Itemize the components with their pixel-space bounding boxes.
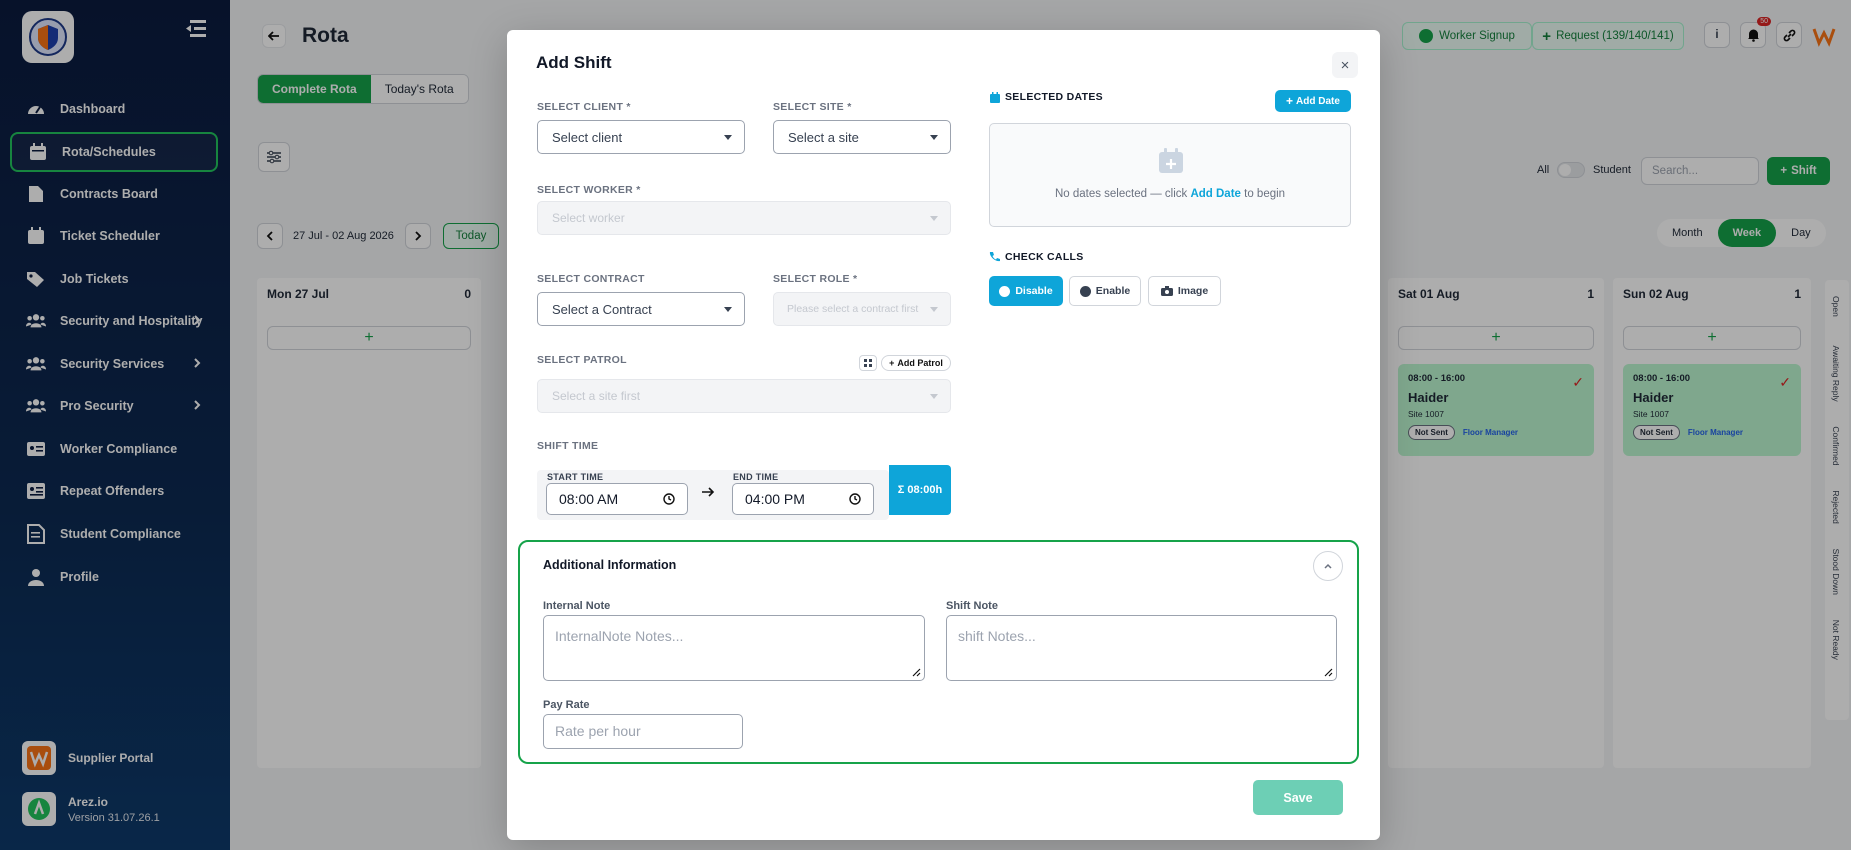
collapse-button[interactable] bbox=[1313, 551, 1343, 581]
internal-note-placeholder: InternalNote Notes... bbox=[555, 628, 684, 644]
add-date-button[interactable]: + Add Date bbox=[1275, 90, 1351, 112]
caret-down-icon bbox=[930, 216, 938, 221]
add-date-label: Add Date bbox=[1296, 95, 1340, 107]
clock-icon bbox=[849, 493, 861, 505]
close-icon[interactable]: × bbox=[1332, 52, 1358, 78]
ban-icon bbox=[999, 285, 1011, 297]
resize-handle-icon[interactable] bbox=[911, 667, 921, 677]
site-label: SELECT SITE * bbox=[773, 101, 852, 113]
end-time-input[interactable]: 04:00 PM bbox=[732, 483, 874, 515]
caret-down-icon bbox=[724, 135, 732, 140]
caret-down-icon bbox=[930, 307, 938, 312]
start-time-value: 08:00 AM bbox=[559, 491, 619, 507]
disable-label: Disable bbox=[1015, 285, 1053, 297]
duration-badge: Σ 08:00h bbox=[889, 465, 951, 515]
no-dates-message: No dates selected — click Add Date to be… bbox=[990, 188, 1350, 200]
role-label: SELECT ROLE * bbox=[773, 273, 858, 285]
internal-note-label: Internal Note bbox=[543, 600, 611, 612]
no-dates-prefix: No dates selected — click bbox=[1054, 188, 1191, 200]
patrol-select[interactable]: Select a site first bbox=[537, 379, 951, 413]
shift-note-placeholder: shift Notes... bbox=[958, 628, 1036, 644]
shift-time-label: SHIFT TIME bbox=[537, 440, 599, 452]
calendar-plus-icon bbox=[1158, 148, 1184, 174]
resize-handle-icon[interactable] bbox=[1323, 667, 1333, 677]
worker-select[interactable]: Select worker bbox=[537, 201, 951, 235]
contract-select[interactable]: Select a Contract bbox=[537, 292, 745, 326]
check-calls-label: CHECK CALLS bbox=[1005, 251, 1084, 263]
check-calls-disable-button[interactable]: Disable bbox=[989, 276, 1063, 306]
role-select-value: Please select a contract first bbox=[787, 303, 919, 315]
client-select-value: Select client bbox=[552, 129, 623, 145]
end-time-value: 04:00 PM bbox=[745, 491, 805, 507]
contract-label: SELECT CONTRACT bbox=[537, 273, 645, 285]
no-dates-suffix: to begin bbox=[1240, 188, 1286, 200]
patrol-label: SELECT PATROL bbox=[537, 354, 627, 366]
shift-note-textarea[interactable]: shift Notes... bbox=[946, 615, 1337, 681]
patrol-grid-icon[interactable] bbox=[859, 355, 877, 371]
plus-icon: + bbox=[889, 358, 895, 368]
add-patrol-button[interactable]: + Add Patrol bbox=[881, 355, 951, 371]
save-button[interactable]: Save bbox=[1253, 780, 1343, 815]
camera-icon bbox=[1160, 286, 1173, 296]
add-shift-modal: Add Shift × SELECT CLIENT * Select clien… bbox=[507, 30, 1380, 840]
chevron-up-icon bbox=[1324, 563, 1332, 569]
calendar-icon bbox=[989, 92, 1002, 105]
internal-note-textarea[interactable]: InternalNote Notes... bbox=[543, 615, 925, 681]
selected-dates-label: SELECTED DATES bbox=[1005, 91, 1103, 103]
client-select[interactable]: Select client bbox=[537, 120, 745, 154]
shift-time-box: START TIME 08:00 AM END TIME 04:00 PM bbox=[537, 470, 889, 520]
worker-label: SELECT WORKER * bbox=[537, 184, 641, 196]
site-select[interactable]: Select a site bbox=[773, 120, 951, 154]
clock-icon bbox=[663, 493, 675, 505]
check-calls-enable-button[interactable]: Enable bbox=[1069, 276, 1141, 306]
role-select[interactable]: Please select a contract first bbox=[773, 292, 951, 326]
plus-icon: + bbox=[1286, 94, 1294, 108]
caret-down-icon bbox=[724, 307, 732, 312]
worker-select-value: Select worker bbox=[552, 211, 625, 225]
client-label: SELECT CLIENT * bbox=[537, 101, 631, 113]
image-label: Image bbox=[1177, 285, 1209, 297]
start-time-label: START TIME bbox=[547, 472, 604, 482]
shift-note-label: Shift Note bbox=[946, 600, 998, 612]
selected-dates-box: No dates selected — click Add Date to be… bbox=[989, 123, 1351, 227]
add-patrol-label: Add Patrol bbox=[897, 358, 943, 368]
additional-information-panel: Additional Information Internal Note Int… bbox=[518, 540, 1359, 764]
check-calls-image-button[interactable]: Image bbox=[1148, 276, 1221, 306]
pay-rate-label: Pay Rate bbox=[543, 699, 590, 711]
site-select-value: Select a site bbox=[788, 129, 859, 145]
caret-down-icon bbox=[930, 394, 938, 399]
caret-down-icon bbox=[930, 135, 938, 140]
start-time-input[interactable]: 08:00 AM bbox=[546, 483, 688, 515]
additional-info-title: Additional Information bbox=[543, 558, 677, 572]
phone-icon bbox=[989, 251, 1001, 263]
arrow-right-icon bbox=[701, 486, 719, 504]
no-dates-add-date-link[interactable]: Add Date bbox=[1190, 188, 1240, 200]
patrol-select-value: Select a site first bbox=[552, 389, 641, 403]
modal-title: Add Shift bbox=[536, 53, 612, 72]
pay-rate-input[interactable]: Rate per hour bbox=[543, 714, 743, 749]
enable-label: Enable bbox=[1095, 285, 1131, 297]
contract-select-value: Select a Contract bbox=[552, 301, 652, 317]
end-time-label: END TIME bbox=[733, 472, 779, 482]
check-circle-icon bbox=[1079, 285, 1091, 297]
